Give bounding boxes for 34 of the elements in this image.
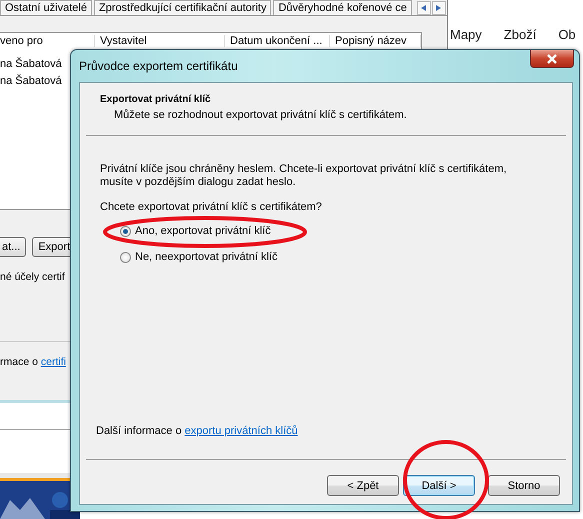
nav-link[interactable]: Ob	[558, 27, 576, 42]
table-cell-text: na Šabatová	[0, 73, 62, 89]
tab[interactable]: Důvěryhodné kořenové ce	[273, 0, 412, 15]
wizard-button[interactable]: Další >	[403, 475, 475, 496]
column-header[interactable]: veno pro	[0, 35, 43, 47]
info-text: Další informace o exportu privátních klíčů	[96, 425, 299, 437]
radio-button[interactable]	[120, 226, 131, 236]
help-link[interactable]: exportu privátních klíčů	[184, 425, 298, 437]
info-text: rmace o certifi	[0, 356, 66, 368]
tab[interactable]: Zprostředkující certifikační autority	[94, 0, 272, 15]
option-label: Ano, exportovat privátní klíč	[135, 225, 271, 237]
scroll-right-icon[interactable]	[432, 0, 446, 14]
description-text: Privátní klíče jsou chráněny heslem. Chcete-li exportovat privátní klíč s certifikátem, musíte v pozdějším dialogu zadat heslo.	[100, 163, 508, 189]
table-cell-text: na Šabatová	[0, 56, 62, 72]
tab[interactable]: Ostatní uživatelé	[0, 0, 92, 15]
question-text: Chcete exportovat privátní klíč s certifikátem?	[100, 201, 323, 214]
wizard-button[interactable]: Storno	[488, 475, 560, 496]
nav-link[interactable]: Mapy	[450, 27, 482, 42]
option-label: Ne, neexportovat privátní klíč	[135, 251, 278, 263]
scroll-left-icon[interactable]	[416, 0, 431, 14]
nav-link[interactable]: Zboží	[504, 27, 536, 42]
section-subtitle: Můžete se rozhodnout exportovat privátní klíč s certifikátem.	[114, 109, 408, 121]
section-title: Exportovat privátní klíč	[100, 94, 212, 105]
column-header[interactable]: Datum ukončení ...	[230, 35, 322, 47]
action-button[interactable]: at...	[0, 237, 26, 257]
column-header[interactable]: Vystavitel	[100, 35, 147, 47]
column-header[interactable]: Popisný název	[335, 35, 407, 47]
wizard-button[interactable]: < Zpět	[327, 475, 399, 496]
close-button[interactable]	[530, 50, 574, 68]
label-text: né účely certif	[0, 271, 65, 283]
close-icon	[546, 54, 558, 64]
help-link[interactable]: certifi	[40, 356, 66, 368]
window-title: Průvodce exportem certifikátu	[79, 59, 239, 73]
radio-button[interactable]	[120, 252, 131, 262]
